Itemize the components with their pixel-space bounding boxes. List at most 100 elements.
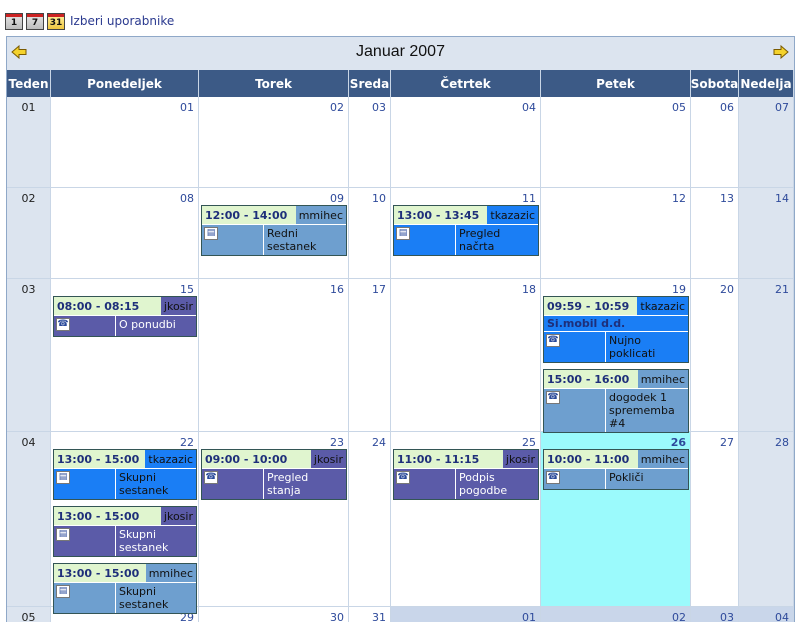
day-number[interactable]: 01 [180, 101, 194, 114]
calendar-event[interactable]: 13:00 - 15:00 jkosir ▤ Skupni sestanek [53, 506, 197, 557]
day-number[interactable]: 30 [330, 611, 344, 622]
day-cell[interactable]: 17 [349, 279, 391, 432]
day-number[interactable]: 26 [671, 436, 686, 449]
day-number[interactable]: 23 [330, 436, 344, 449]
week-number: 01 [21, 101, 36, 114]
event-time: 15:00 - 16:00 [544, 370, 638, 388]
calendar-event[interactable]: 11:00 - 11:15 jkosir ☎ Podpis pogodbe [393, 449, 539, 500]
calendar-event[interactable]: 13:00 - 13:45 tkazazic ▤ Pregled načrta [393, 205, 539, 256]
phone-icon: ☎ [56, 318, 70, 331]
week-number-cell[interactable]: 04 [7, 432, 51, 607]
day-number[interactable]: 21 [775, 283, 789, 296]
day-number[interactable]: 27 [720, 436, 734, 449]
day-number[interactable]: 08 [180, 192, 194, 205]
event-title: Pregled stanja [264, 469, 346, 499]
day-number[interactable]: 01 [522, 611, 536, 622]
day-cell[interactable]: 21 [739, 279, 794, 432]
day-number[interactable]: 09 [330, 192, 344, 205]
day-number[interactable]: 28 [775, 436, 789, 449]
day-number[interactable]: 20 [720, 283, 734, 296]
phone-icon: ☎ [546, 334, 560, 347]
week-number: 03 [21, 283, 36, 296]
day-number[interactable]: 03 [372, 101, 386, 114]
day-number[interactable]: 10 [372, 192, 386, 205]
calendar-event[interactable]: 08:00 - 08:15 jkosir ☎ O ponudbi [53, 296, 197, 337]
day-number[interactable]: 02 [672, 611, 686, 622]
day-number[interactable]: 05 [672, 101, 686, 114]
day-cell[interactable]: 14 [739, 188, 794, 279]
month-view-icon[interactable]: 31 [47, 12, 65, 30]
day-number[interactable]: 04 [775, 611, 789, 622]
day-cell[interactable]: 04 [391, 97, 541, 188]
day-cell[interactable]: 07 [739, 97, 794, 188]
day-cell[interactable]: 30 [199, 607, 349, 622]
day-cell[interactable]: 04 [739, 607, 794, 622]
week-number-cell[interactable]: 01 [7, 97, 51, 188]
day-number[interactable]: 07 [775, 101, 789, 114]
day-number[interactable]: 04 [522, 101, 536, 114]
calendar-event[interactable]: 09:59 - 10:59 tkazazic Si.mobil d.d. ☎ Nujno… [543, 296, 689, 363]
calendar-event[interactable]: 10:00 - 11:00 mmihec ☎ Pokliči [543, 449, 689, 490]
event-title: Nujno poklicati [606, 332, 688, 362]
event-client[interactable]: Si.mobil d.d. [544, 315, 688, 331]
column-header-3: Sreda [349, 70, 391, 97]
day-number[interactable]: 22 [180, 436, 194, 449]
day-cell[interactable]: 28 [739, 432, 794, 607]
view-toolbar: 1 7 31 Izberi uporabnike [5, 12, 174, 30]
calendar-event[interactable]: 09:00 - 10:00 jkosir ☎ Pregled stanja [201, 449, 347, 500]
calendar-event[interactable]: 13:00 - 15:00 tkazazic ▤ Skupni sestanek [53, 449, 197, 500]
day-number[interactable]: 24 [372, 436, 386, 449]
day-cell[interactable]: 18 [391, 279, 541, 432]
column-header-6: Sobota [691, 70, 739, 97]
day-number[interactable]: 14 [775, 192, 789, 205]
event-user: tkazazic [145, 450, 196, 468]
day-cell[interactable]: 06 [691, 97, 739, 188]
day-cell[interactable]: 01 [391, 607, 541, 622]
day-number[interactable]: 15 [180, 283, 194, 296]
day-cell[interactable]: 03 [691, 607, 739, 622]
day-view-icon[interactable]: 1 [5, 12, 23, 30]
day-number[interactable]: 18 [522, 283, 536, 296]
week-number-cell[interactable]: 03 [7, 279, 51, 432]
event-title: Skupni sestanek [116, 469, 196, 499]
day-cell[interactable]: 08 [51, 188, 199, 279]
calendar-event[interactable]: 15:00 - 16:00 mmihec ☎ dogodek 1 sprememba … [543, 369, 689, 433]
day-cell[interactable]: 13 [691, 188, 739, 279]
event-title: Skupni sestanek [116, 583, 196, 613]
event-user: mmihec [637, 450, 688, 468]
event-title: Pregled načrta [456, 225, 538, 255]
day-cell[interactable]: 24 [349, 432, 391, 607]
day-number[interactable]: 16 [330, 283, 344, 296]
day-number[interactable]: 03 [720, 611, 734, 622]
week-view-icon[interactable]: 7 [26, 12, 44, 30]
select-users-link[interactable]: Izberi uporabnike [70, 14, 174, 28]
day-number[interactable]: 25 [522, 436, 536, 449]
day-cell[interactable]: 01 [51, 97, 199, 188]
day-cell[interactable]: 27 [691, 432, 739, 607]
day-cell[interactable]: 31 [349, 607, 391, 622]
day-cell[interactable]: 10 [349, 188, 391, 279]
week-number-cell[interactable]: 02 [7, 188, 51, 279]
day-cell[interactable]: 12 [541, 188, 691, 279]
event-title: Pokliči [606, 469, 688, 489]
day-cell[interactable]: 05 [541, 97, 691, 188]
day-number[interactable]: 02 [330, 101, 344, 114]
event-type-cell: ☎ [54, 316, 116, 336]
day-number[interactable]: 19 [672, 283, 686, 296]
calendar-event[interactable]: 13:00 - 15:00 mmihec ▤ Skupni sestanek [53, 563, 197, 614]
day-cell[interactable]: 16 [199, 279, 349, 432]
calendar-event[interactable]: 12:00 - 14:00 mmihec ▤ Redni sestanek [201, 205, 347, 256]
next-month-arrow-icon[interactable] [773, 45, 789, 59]
day-number[interactable]: 31 [372, 611, 386, 622]
day-number[interactable]: 06 [720, 101, 734, 114]
day-number[interactable]: 13 [720, 192, 734, 205]
day-cell[interactable]: 02 [199, 97, 349, 188]
day-number[interactable]: 17 [372, 283, 386, 296]
day-cell[interactable]: 20 [691, 279, 739, 432]
week-number-cell[interactable]: 05 [7, 607, 51, 622]
day-cell[interactable]: 03 [349, 97, 391, 188]
phone-icon: ☎ [546, 471, 560, 484]
day-number[interactable]: 12 [672, 192, 686, 205]
day-cell[interactable]: 02 [541, 607, 691, 622]
day-number[interactable]: 11 [522, 192, 536, 205]
